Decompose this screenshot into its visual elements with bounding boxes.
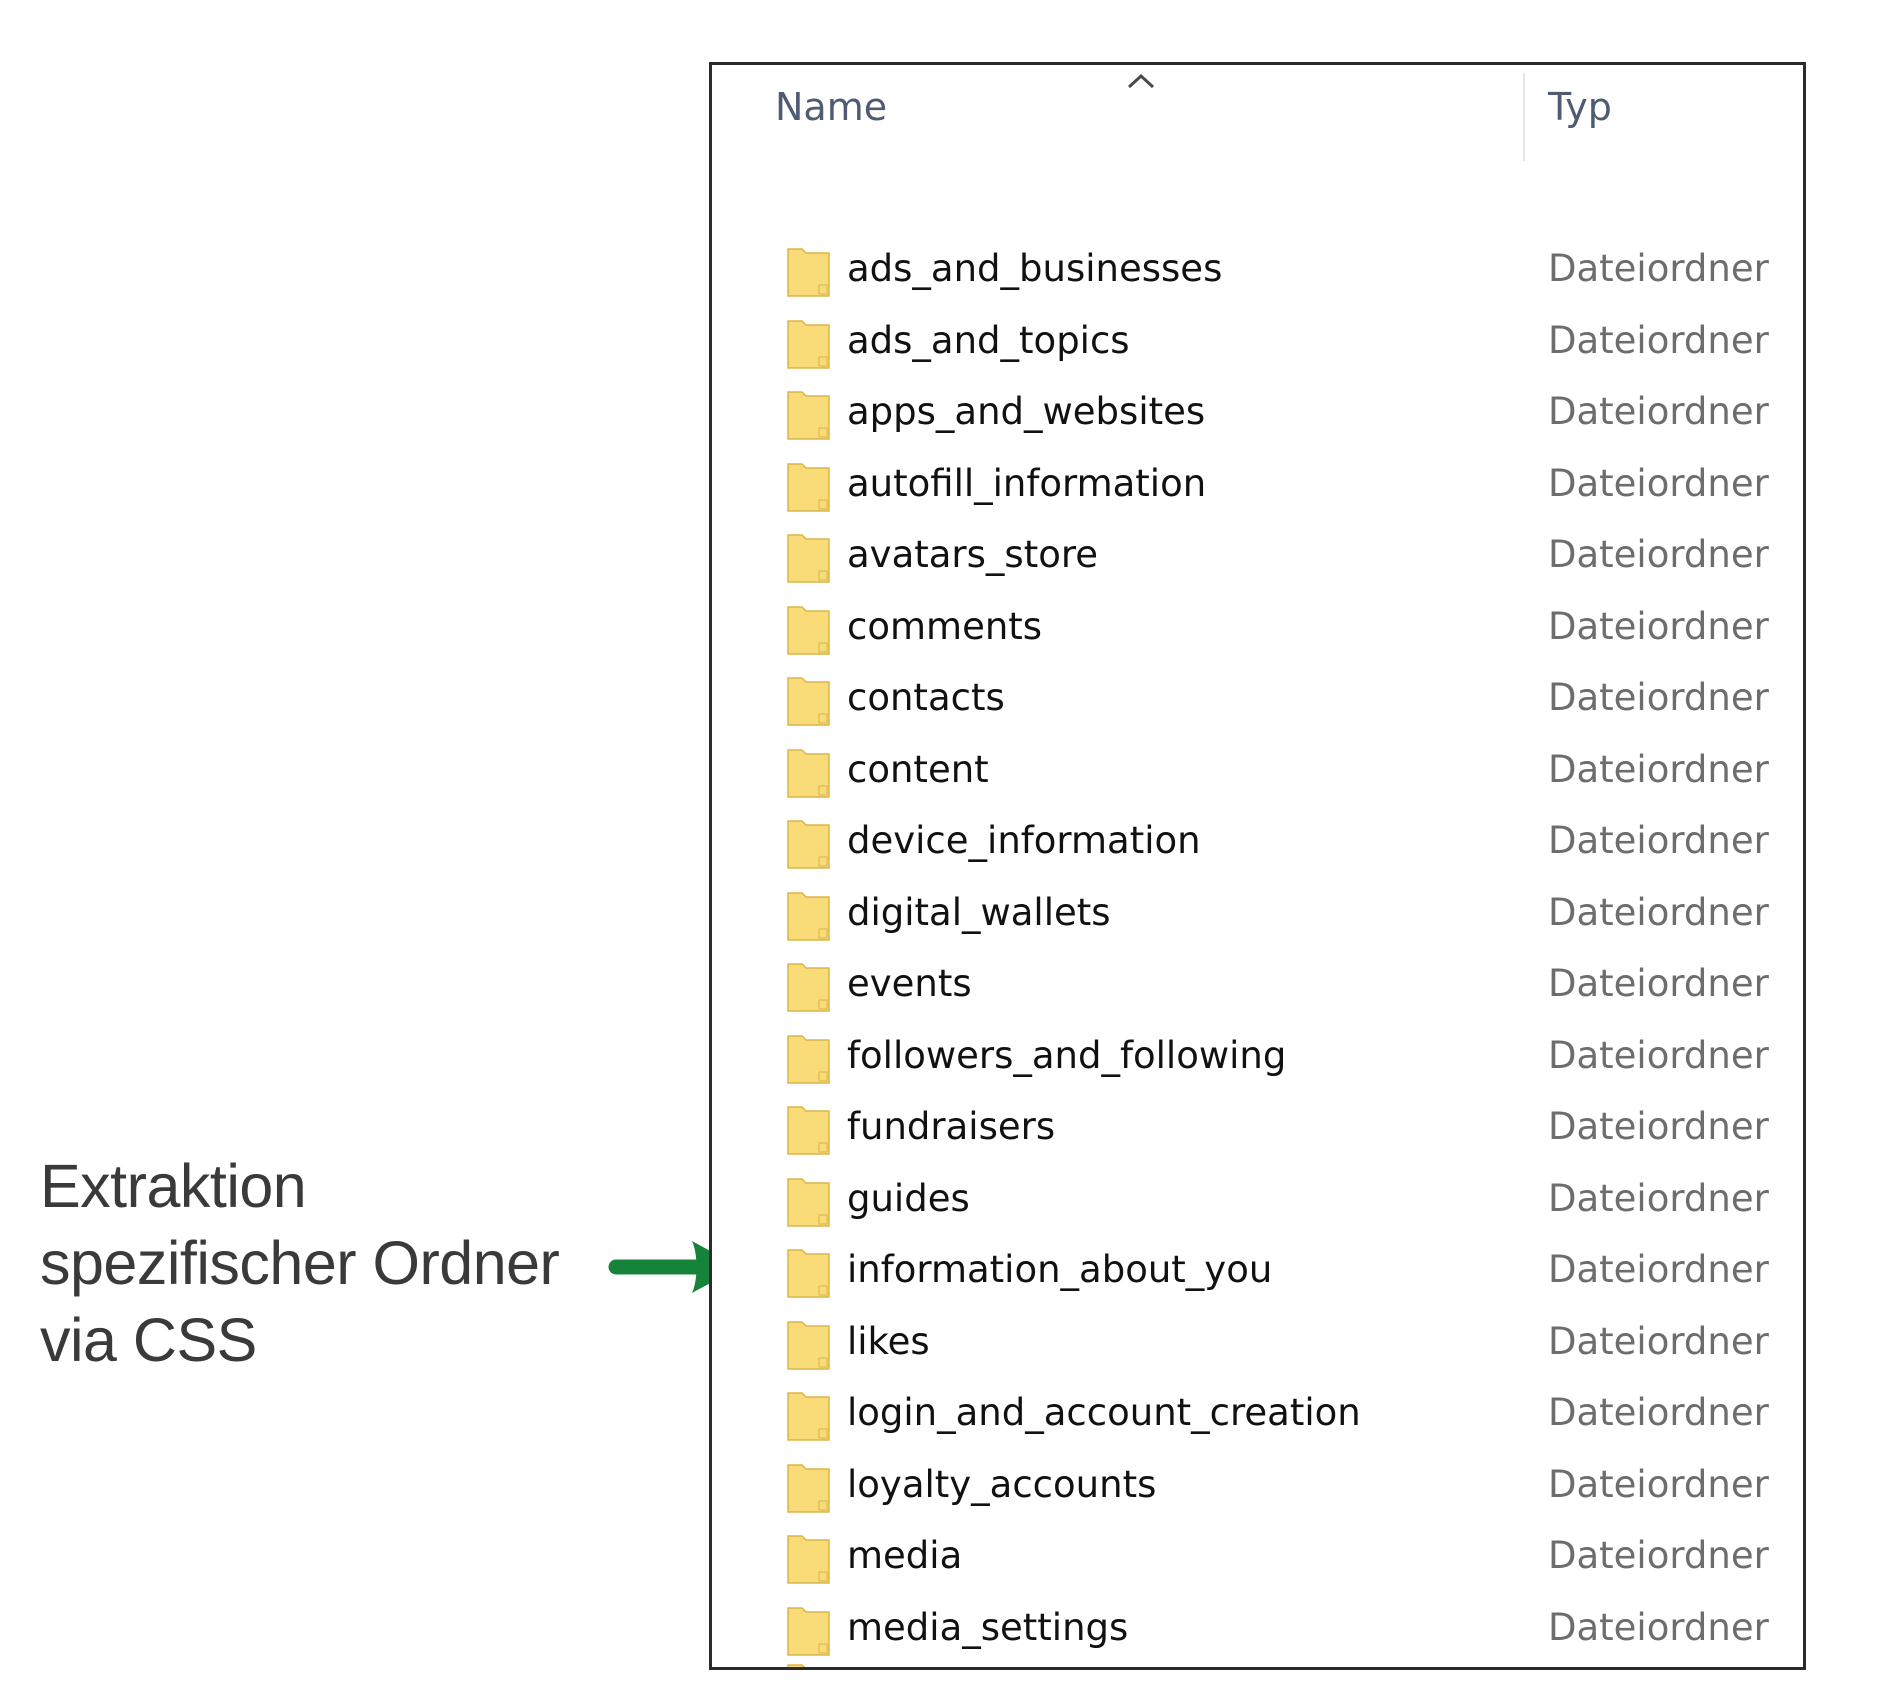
file-name[interactable]: events (847, 962, 972, 1005)
file-type: Dateiordner (1548, 461, 1769, 505)
file-row[interactable]: messagesDateiordner (712, 1667, 1803, 1670)
file-row[interactable]: events Dateiordner (712, 952, 1803, 1023)
file-type: Dateiordner (1548, 1605, 1769, 1649)
file-name[interactable]: device_information (847, 819, 1201, 862)
folder-icon (786, 1103, 831, 1156)
file-row[interactable]: login_and_account_creation Dateiordner (712, 1381, 1803, 1452)
folder-icon (786, 1461, 831, 1514)
file-type: Dateiordner (1548, 676, 1769, 719)
file-row[interactable]: autofill_information Dateiordner (712, 452, 1803, 523)
file-row[interactable]: digital_wallets Dateiordner (712, 881, 1803, 952)
folder-icon (786, 817, 831, 870)
file-type: Dateiordner (1548, 533, 1769, 576)
folder-icon (786, 674, 831, 727)
file-name[interactable]: apps_and_websites (847, 390, 1205, 433)
file-row[interactable]: content Dateiordner (712, 738, 1803, 809)
folder-icon (786, 1532, 831, 1585)
file-type: Dateiordner (1548, 962, 1769, 1005)
folder-icon (786, 1389, 831, 1442)
file-name[interactable]: digital_wallets (847, 891, 1111, 934)
file-row[interactable]: device_information Dateiordner (712, 809, 1803, 880)
file-name[interactable]: loyalty_accounts (847, 1463, 1156, 1506)
file-row[interactable]: apps_and_websites Dateiordner (712, 380, 1803, 451)
file-type: Dateiordner (1548, 747, 1769, 791)
file-type: Dateiordner (1548, 318, 1769, 362)
file-row[interactable]: followers_and_following Dateiordner (712, 1024, 1803, 1095)
folder-icon (786, 603, 831, 656)
file-row[interactable]: ads_and_topics Dateiordner (712, 309, 1803, 380)
file-type: Dateiordner (1548, 1391, 1769, 1434)
file-type: Dateiordner (1548, 1176, 1769, 1220)
column-divider[interactable] (1523, 73, 1525, 161)
file-name[interactable]: guides (847, 1177, 970, 1220)
file-row[interactable]: information_about_you Dateiordner (712, 1238, 1803, 1309)
folder-icon (786, 960, 831, 1013)
caption-line: via CSS (40, 1306, 257, 1374)
folder-icon (786, 531, 831, 584)
file-name[interactable]: contacts (847, 676, 1005, 719)
folder-icon (786, 1175, 831, 1228)
file-name[interactable]: likes (847, 1320, 930, 1363)
file-name[interactable]: content (847, 748, 989, 791)
folder-icon (786, 1661, 831, 1667)
folder-icon (786, 388, 831, 441)
file-type: Dateiordner (1548, 604, 1769, 648)
chevron-up-icon[interactable] (1125, 71, 1157, 95)
file-row[interactable]: avatars_store Dateiordner (712, 523, 1803, 594)
file-name[interactable]: ads_and_topics (847, 319, 1130, 362)
column-header: Name Typ (712, 65, 1803, 165)
file-row[interactable]: contacts Dateiordner (712, 666, 1803, 737)
file-type: Dateiordner (1548, 890, 1769, 934)
caption-line: Extraktion (40, 1152, 307, 1220)
file-type: Dateiordner (1548, 1462, 1769, 1506)
file-explorer: Name Typ ads_and_businesses Dateiordner ad… (709, 62, 1806, 1670)
folder-icon (786, 317, 831, 370)
caption: Extraktion spezifischer Ordner via CSS (40, 1148, 600, 1379)
folder-icon (786, 1604, 831, 1657)
file-type: Dateiordner (1548, 819, 1769, 862)
folder-icon (786, 1032, 831, 1085)
file-type: Dateiordner (1548, 1248, 1769, 1291)
file-type: Dateiordner (1548, 1534, 1769, 1577)
file-row[interactable]: loyalty_accounts Dateiordner (712, 1453, 1803, 1524)
file-type: Dateiordner (1548, 1033, 1769, 1077)
column-header-type[interactable]: Typ (1548, 85, 1612, 129)
folder-icon (786, 1318, 831, 1371)
file-row[interactable]: guides Dateiordner (712, 1167, 1803, 1238)
file-row[interactable]: ads_and_businesses Dateiordner (712, 237, 1803, 308)
file-name[interactable]: media_settings (847, 1606, 1128, 1649)
folder-icon (786, 460, 831, 513)
file-type: Dateiordner (1548, 1105, 1769, 1148)
file-type: Dateiordner (1548, 1319, 1769, 1363)
file-name[interactable]: avatars_store (847, 533, 1098, 576)
file-type: Dateiordner (1548, 390, 1769, 433)
folder-icon (786, 1246, 831, 1299)
file-name[interactable]: followers_and_following (847, 1034, 1286, 1077)
file-name[interactable]: comments (847, 605, 1042, 648)
column-header-name[interactable]: Name (775, 85, 887, 129)
file-row[interactable]: fundraisers Dateiordner (712, 1095, 1803, 1166)
folder-icon (786, 746, 831, 799)
file-name[interactable]: ads_and_businesses (847, 247, 1222, 290)
file-type: Dateiordner (1548, 247, 1769, 290)
file-name[interactable]: autofill_information (847, 462, 1206, 505)
folder-icon (786, 889, 831, 942)
file-name[interactable]: fundraisers (847, 1105, 1055, 1148)
file-row[interactable]: media_settings Dateiordner (712, 1596, 1803, 1667)
file-row[interactable]: comments Dateiordner (712, 595, 1803, 666)
folder-icon (786, 245, 831, 298)
file-row[interactable]: media Dateiordner (712, 1524, 1803, 1595)
caption-line: spezifischer Ordner (40, 1229, 560, 1297)
file-name[interactable]: information_about_you (847, 1248, 1272, 1291)
file-name[interactable]: login_and_account_creation (847, 1391, 1361, 1434)
file-name[interactable]: media (847, 1534, 962, 1577)
file-row[interactable]: likes Dateiordner (712, 1310, 1803, 1381)
